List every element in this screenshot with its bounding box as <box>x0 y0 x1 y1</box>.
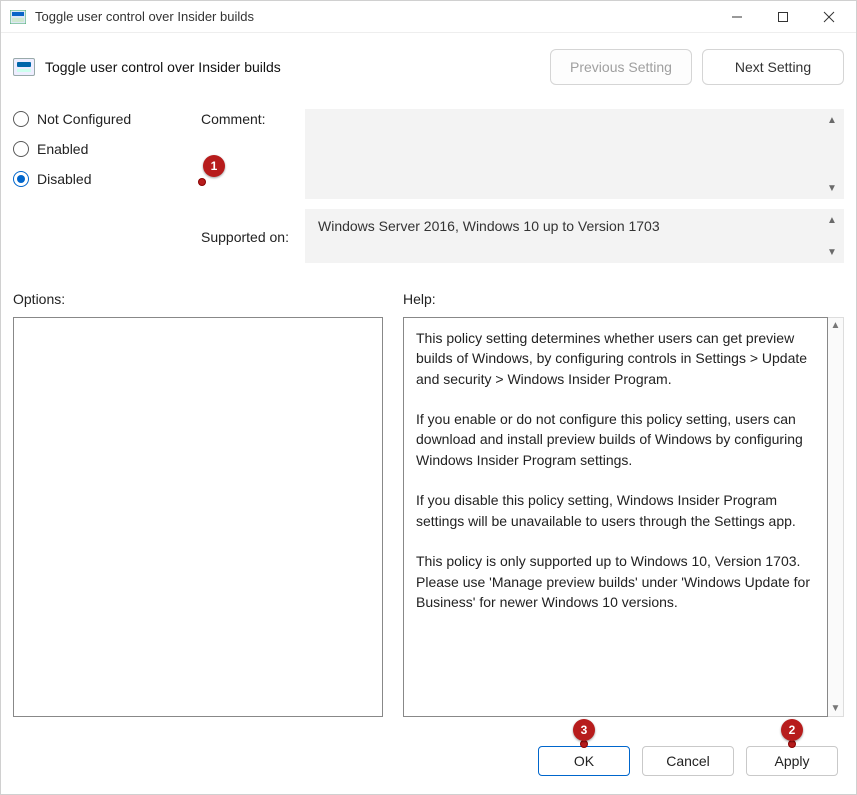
supported-on-label: Supported on: <box>201 227 297 245</box>
close-button[interactable] <box>806 1 852 33</box>
comment-textarea[interactable]: ▲ ▼ <box>305 109 844 199</box>
radio-icon <box>13 171 29 187</box>
window-title: Toggle user control over Insider builds <box>35 9 254 24</box>
comment-label: Comment: <box>201 109 297 127</box>
radio-label: Enabled <box>37 141 88 157</box>
scroll-up-icon[interactable]: ▲ <box>831 318 841 333</box>
ok-button[interactable]: OK 3 <box>538 746 630 776</box>
policy-editor-window: Toggle user control over Insider builds … <box>0 0 857 795</box>
dialog-footer: OK 3 Cancel Apply 2 <box>13 734 844 784</box>
radio-icon <box>13 141 29 157</box>
maximize-button[interactable] <box>760 1 806 33</box>
scroll-up-icon[interactable]: ▲ <box>825 114 839 126</box>
window-icon <box>9 8 27 26</box>
radio-enabled[interactable]: Enabled <box>13 141 193 157</box>
radio-icon <box>13 111 29 127</box>
policy-header: Toggle user control over Insider builds … <box>13 43 844 103</box>
supported-on-value: Windows Server 2016, Windows 10 up to Ve… <box>318 218 660 234</box>
button-label: Cancel <box>666 753 710 769</box>
annotation-pin <box>581 741 587 747</box>
scroll-up-icon[interactable]: ▲ <box>825 214 839 226</box>
button-label: OK <box>574 753 594 769</box>
options-pane <box>13 317 383 717</box>
help-scrollbar[interactable]: ▲ ▼ <box>828 317 844 717</box>
annotation-pin <box>789 741 795 747</box>
previous-setting-button[interactable]: Previous Setting <box>550 49 692 85</box>
cancel-button[interactable]: Cancel <box>642 746 734 776</box>
options-label: Options: <box>13 291 383 307</box>
annotation-pin <box>199 179 205 185</box>
button-label: Apply <box>774 753 809 769</box>
help-label: Help: <box>403 291 844 307</box>
scroll-down-icon[interactable]: ▼ <box>831 701 841 716</box>
radio-disabled[interactable]: Disabled 1 <box>13 171 193 187</box>
policy-icon <box>13 58 35 76</box>
help-pane: This policy setting determines whether u… <box>403 317 828 717</box>
titlebar: Toggle user control over Insider builds <box>1 1 856 33</box>
policy-title: Toggle user control over Insider builds <box>45 59 281 75</box>
scroll-down-icon[interactable]: ▼ <box>825 246 839 258</box>
annotation-badge-1: 1 <box>203 155 225 177</box>
minimize-button[interactable] <box>714 1 760 33</box>
scroll-down-icon[interactable]: ▼ <box>825 182 839 194</box>
radio-label: Disabled <box>37 171 91 187</box>
next-setting-button[interactable]: Next Setting <box>702 49 844 85</box>
radio-not-configured[interactable]: Not Configured <box>13 111 193 127</box>
supported-on-field: Windows Server 2016, Windows 10 up to Ve… <box>305 209 844 263</box>
apply-button[interactable]: Apply 2 <box>746 746 838 776</box>
annotation-badge-2: 2 <box>781 719 803 741</box>
radio-label: Not Configured <box>37 111 131 127</box>
annotation-badge-3: 3 <box>573 719 595 741</box>
